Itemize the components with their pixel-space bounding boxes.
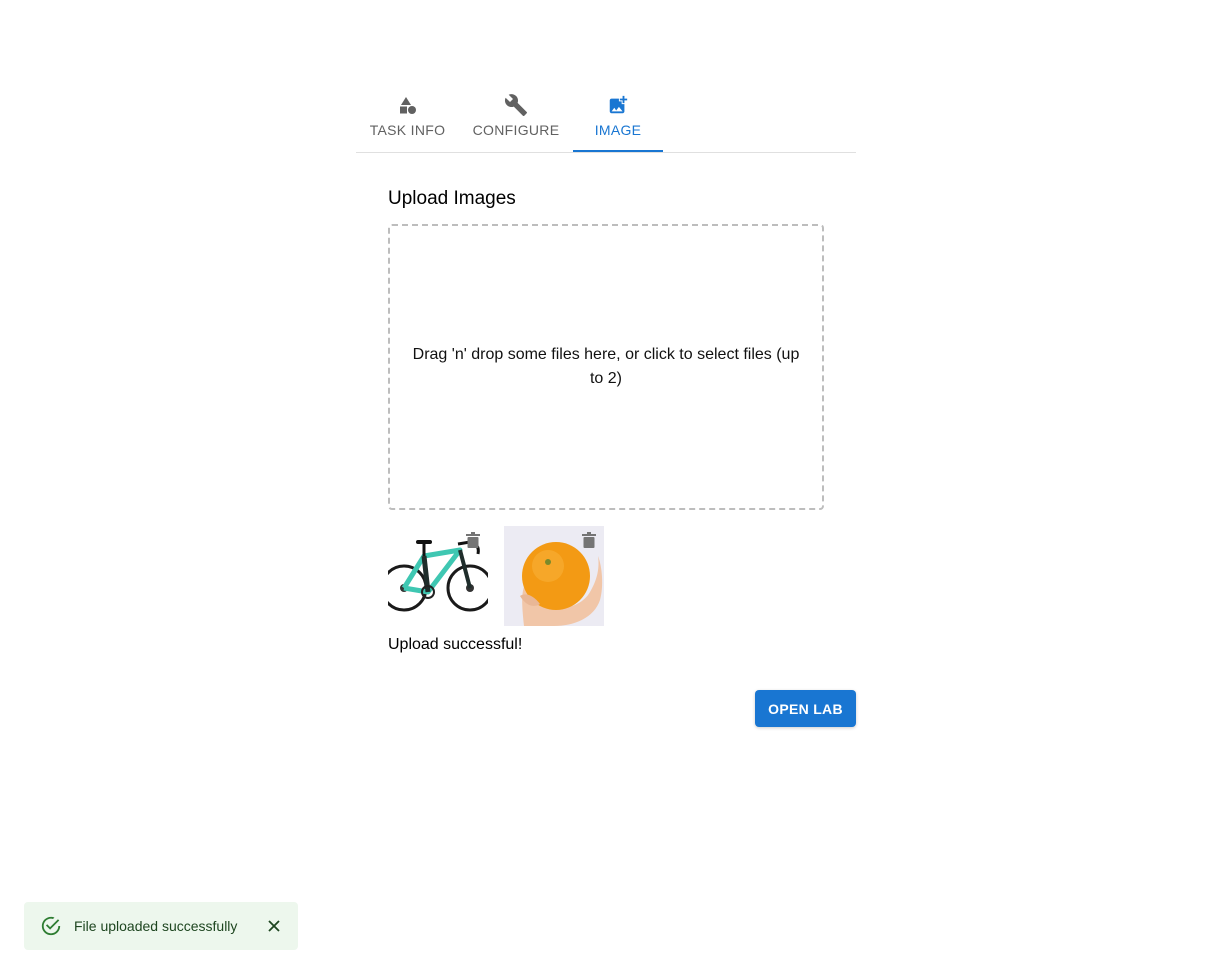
tab-task-info-label: TASK INFO xyxy=(369,122,446,138)
check-circle-icon xyxy=(40,915,62,937)
tab-configure-label: CONFIGURE xyxy=(472,122,560,138)
shapes-icon xyxy=(397,94,419,116)
thumbnail-orange xyxy=(504,526,604,626)
tab-bar: TASK INFO CONFIGURE IMAGE xyxy=(356,82,856,153)
delete-bicycle-button[interactable] xyxy=(466,532,480,548)
open-lab-button[interactable]: OPEN LAB xyxy=(755,690,856,727)
tab-task-info[interactable]: TASK INFO xyxy=(356,82,459,152)
trash-icon xyxy=(582,532,596,548)
tab-configure[interactable]: CONFIGURE xyxy=(465,82,567,152)
trash-icon xyxy=(466,532,480,548)
snackbar-message: File uploaded successfully xyxy=(74,918,238,934)
add-photo-icon xyxy=(607,94,629,116)
wrench-icon xyxy=(504,94,528,116)
dropzone-text: Drag 'n' drop some files here, or click … xyxy=(412,346,800,387)
close-icon xyxy=(268,920,280,932)
tab-image-label: IMAGE xyxy=(594,122,642,138)
upload-title: Upload Images xyxy=(388,188,516,209)
active-tab-indicator xyxy=(573,150,663,152)
success-snackbar: File uploaded successfully xyxy=(24,902,298,950)
upload-status-text: Upload successful! xyxy=(388,636,523,653)
tab-image[interactable]: IMAGE xyxy=(573,82,663,152)
snackbar-close-button[interactable] xyxy=(260,912,288,940)
page: TASK INFO CONFIGURE IMAGE Upload Images … xyxy=(0,0,1211,974)
file-dropzone[interactable]: Drag 'n' drop some files here, or click … xyxy=(388,224,824,510)
delete-orange-button[interactable] xyxy=(582,532,596,548)
thumbnail-bicycle xyxy=(388,526,488,626)
